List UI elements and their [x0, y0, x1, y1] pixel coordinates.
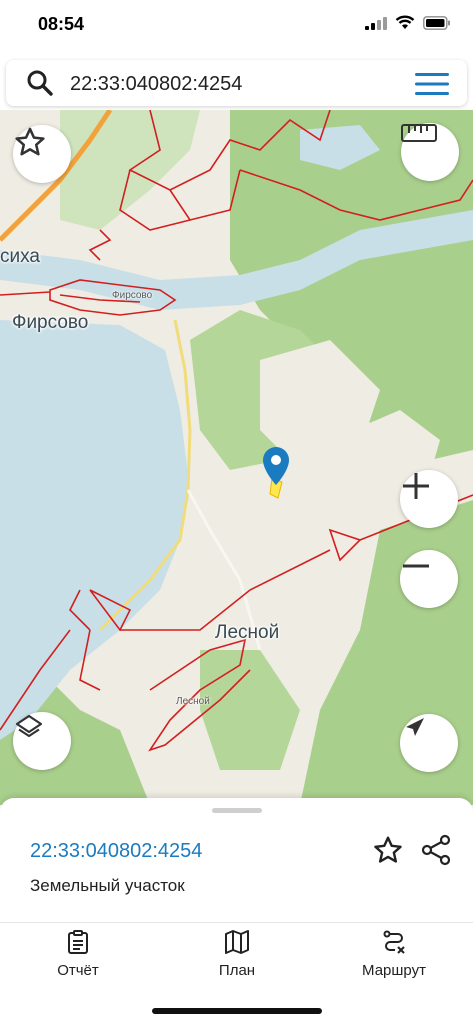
map-view[interactable]: сиха Фирсово Лесной Фирсово Лесной	[0, 110, 473, 805]
sheet-drag-handle[interactable]	[212, 808, 262, 813]
menu-icon[interactable]	[415, 72, 449, 96]
battery-icon	[423, 15, 450, 30]
status-icons	[365, 15, 451, 30]
tab-plan-label: План	[218, 962, 256, 979]
map-plan-icon	[225, 930, 249, 954]
parcel-type: Земельный участок	[30, 876, 185, 895]
status-time: 08:54	[38, 14, 85, 34]
route-icon	[383, 930, 405, 954]
map-canvas[interactable]	[0, 110, 473, 805]
star-icon	[15, 127, 45, 156]
report-icon	[68, 930, 88, 954]
signal-icon	[365, 16, 387, 30]
tab-report-label: Отчёт	[57, 962, 99, 979]
place-label-sikha: сиха	[0, 246, 40, 267]
layers-button[interactable]	[13, 712, 71, 770]
ruler-icon	[401, 124, 437, 142]
place-label-small-upper: Фирсово	[112, 290, 153, 301]
favorite-star-icon[interactable]	[372, 834, 404, 866]
wifi-icon	[395, 15, 415, 29]
sheet-divider	[0, 922, 473, 923]
zoom-in-icon	[403, 473, 429, 499]
zoom-in-button[interactable]	[400, 470, 458, 528]
place-label-lesnoy: Лесной	[215, 622, 280, 643]
favorite-button[interactable]	[13, 125, 71, 183]
navigation-arrow-icon	[406, 718, 424, 736]
map-pin-icon[interactable]	[262, 447, 290, 487]
status-bar: 08:54	[0, 0, 473, 52]
layers-icon	[15, 714, 43, 738]
search-icon[interactable]	[26, 69, 54, 97]
home-indicator	[152, 1008, 322, 1014]
bottom-sheet: 22:33:040802:4254 Земельный участок Отчё…	[0, 798, 473, 1024]
zoom-out-icon	[403, 564, 429, 568]
share-icon[interactable]	[420, 834, 452, 866]
tab-report[interactable]: Отчёт	[18, 930, 138, 990]
parcel-cadastral-number: 22:33:040802:4254	[30, 840, 203, 862]
ruler-button[interactable]	[401, 123, 459, 181]
place-label-firsovo: Фирсово	[12, 312, 89, 333]
search-input[interactable]	[68, 68, 392, 100]
tab-route-label: Маршрут	[362, 962, 426, 979]
my-location-button[interactable]	[400, 714, 458, 772]
tab-plan[interactable]: План	[177, 930, 297, 990]
zoom-out-button[interactable]	[400, 550, 458, 608]
search-bar	[6, 60, 467, 106]
tab-route[interactable]: Маршрут	[334, 930, 454, 990]
place-label-small-lower: Лесной	[176, 696, 210, 707]
